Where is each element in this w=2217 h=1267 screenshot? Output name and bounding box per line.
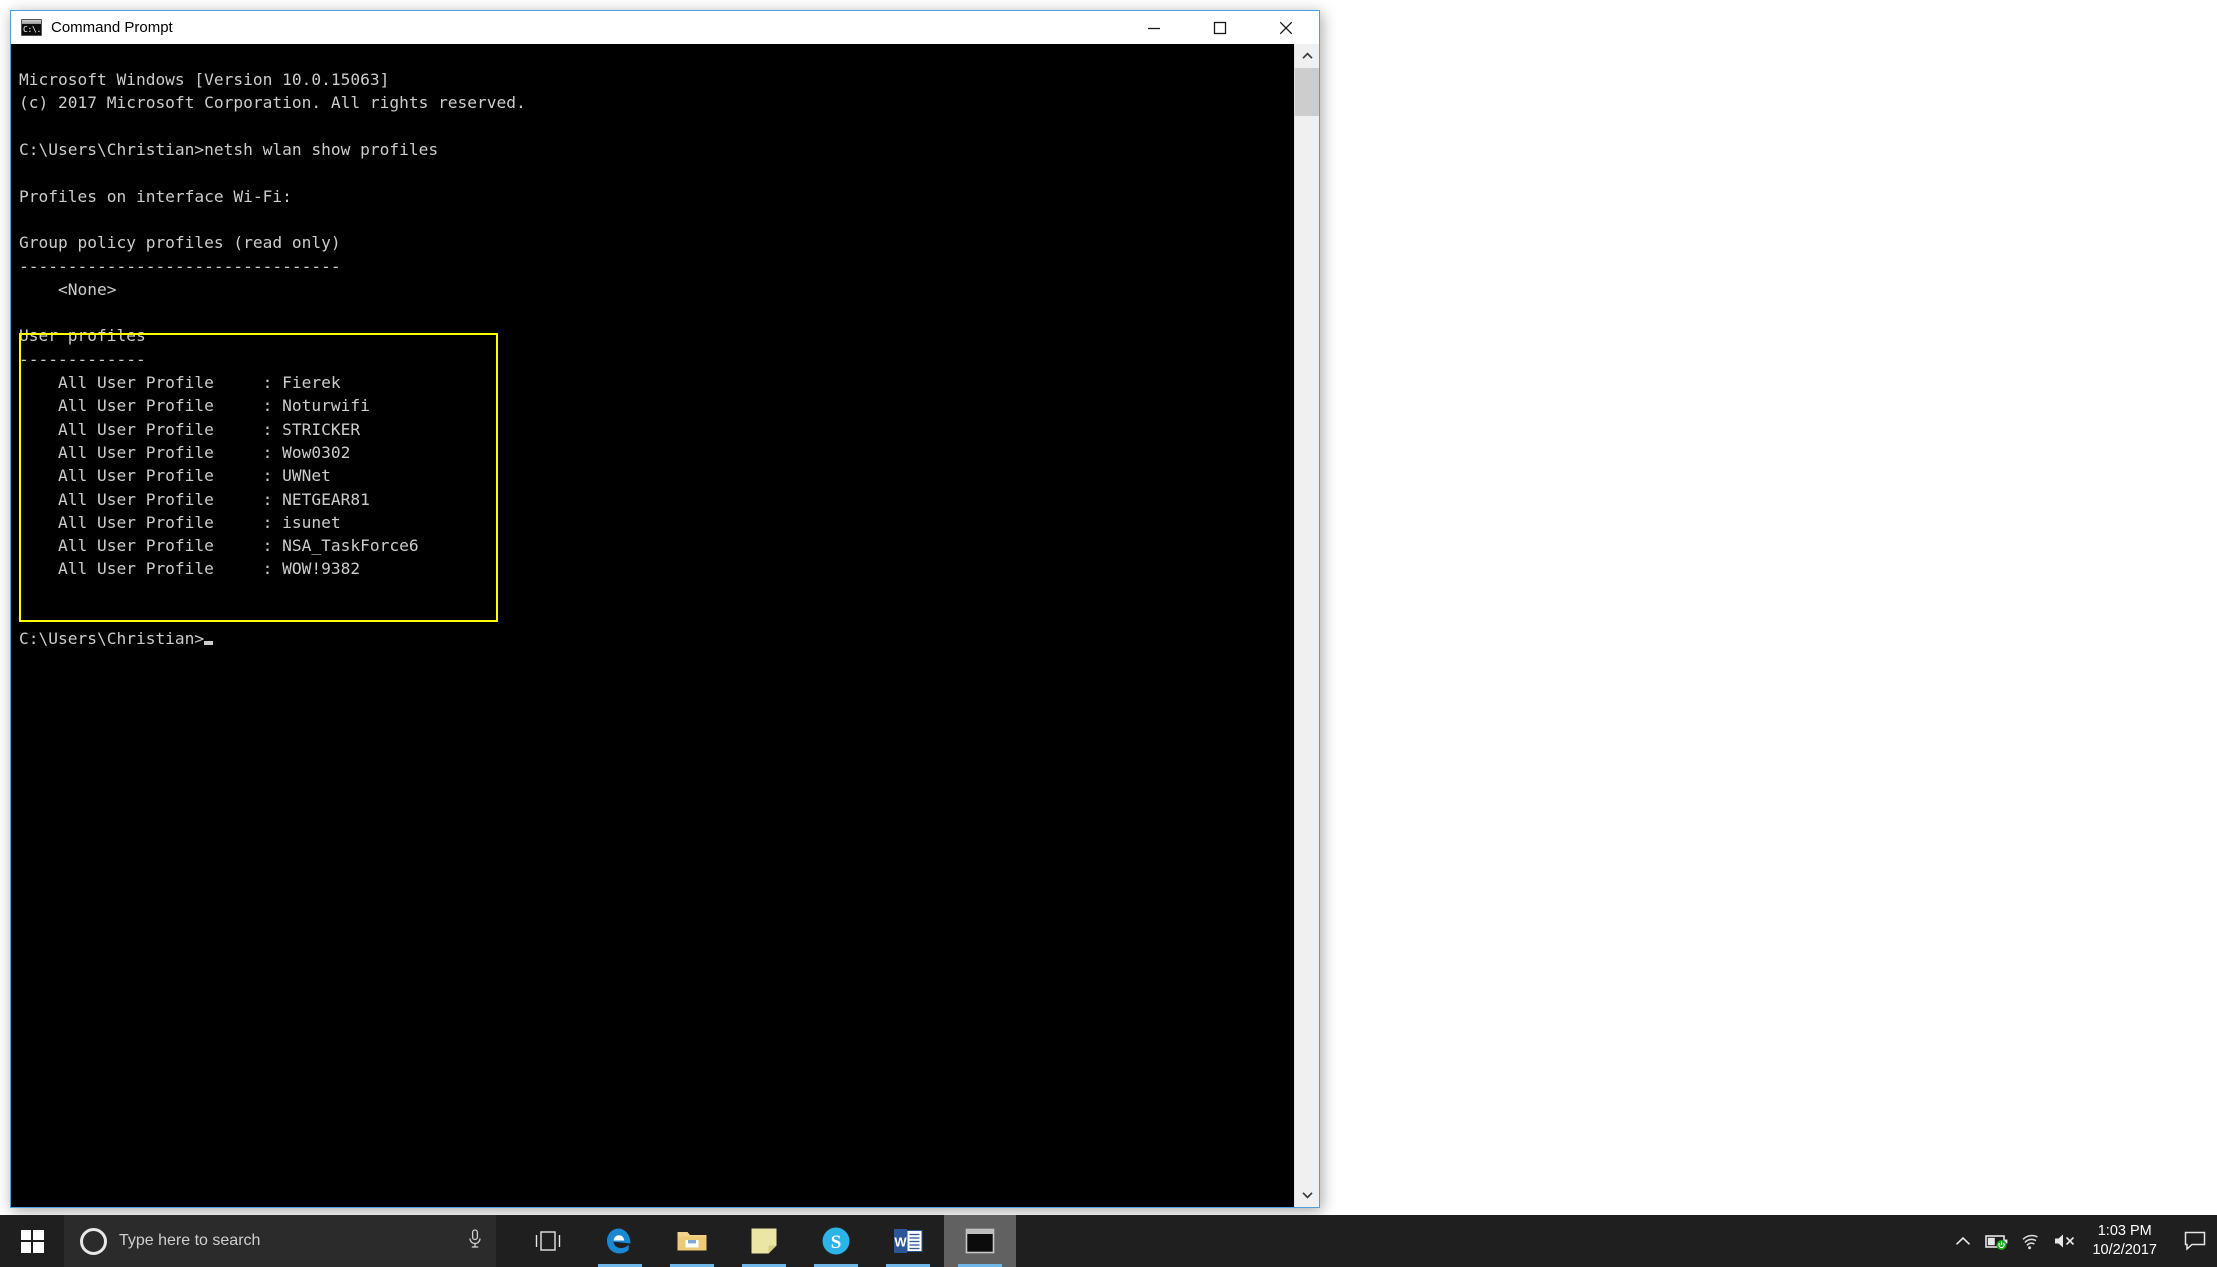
microphone-glyph <box>469 1228 481 1248</box>
volume-status[interactable] <box>2048 1215 2082 1267</box>
svg-text:S: S <box>831 1232 842 1253</box>
chevron-up-icon <box>1956 1236 1971 1245</box>
system-tray: 1:03 PM 10/2/2017 <box>1946 1215 2217 1267</box>
network-status[interactable] <box>2014 1215 2048 1267</box>
window-controls <box>1121 11 1319 44</box>
window-title: Command Prompt <box>51 19 173 36</box>
maximize-icon <box>1213 21 1227 34</box>
show-hidden-icons-button[interactable] <box>1946 1215 1980 1267</box>
taskbar-item-file-explorer[interactable] <box>656 1215 728 1267</box>
scrollbar-thumb[interactable] <box>1295 68 1319 116</box>
maximize-button[interactable] <box>1187 11 1253 44</box>
clock[interactable]: 1:03 PM 10/2/2017 <box>2082 1215 2173 1267</box>
minimize-button[interactable] <box>1121 11 1187 44</box>
scrollbar-track[interactable] <box>1295 68 1319 1183</box>
taskbar-item-microsoft-edge[interactable] <box>584 1215 656 1267</box>
word-icon: W <box>894 1229 923 1253</box>
console-scrollbar[interactable] <box>1294 44 1319 1207</box>
start-button[interactable] <box>0 1215 64 1267</box>
edge-icon <box>607 1228 631 1254</box>
taskbar-item-command-prompt[interactable] <box>944 1215 1016 1267</box>
action-center-icon <box>2184 1231 2206 1251</box>
minimize-icon <box>1148 27 1160 29</box>
battery-status[interactable] <box>1980 1215 2014 1267</box>
console-cursor <box>204 641 214 646</box>
taskbar-item-sticky-notes[interactable] <box>728 1215 800 1267</box>
close-button[interactable] <box>1253 11 1319 44</box>
close-icon <box>1279 21 1293 34</box>
console-output-wrap: Microsoft Windows [Version 10.0.15063] (… <box>11 44 1294 1207</box>
taskbar-search[interactable]: Type here to search <box>64 1215 496 1267</box>
windows-logo-icon <box>20 1229 44 1253</box>
chevron-down-icon <box>1301 1192 1313 1199</box>
taskbar-item-task-view[interactable] <box>512 1215 584 1267</box>
command-prompt-icon <box>965 1228 995 1254</box>
task-view-icon <box>535 1231 561 1251</box>
search-input[interactable]: Type here to search <box>119 1232 456 1250</box>
command-prompt-window: Command Prompt <box>10 10 1320 1208</box>
taskbar: Type here to search S W 1:03 PM 10/2/201… <box>0 1215 2217 1267</box>
console-output: Microsoft Windows [Version 10.0.15063] (… <box>19 70 526 649</box>
cmd-icon <box>21 19 42 36</box>
battery-icon <box>1985 1234 2008 1250</box>
file-explorer-icon <box>677 1232 707 1251</box>
console-client-area[interactable]: Microsoft Windows [Version 10.0.15063] (… <box>11 44 1319 1207</box>
action-center-button[interactable] <box>2173 1215 2217 1267</box>
title-bar-left: Command Prompt <box>11 19 173 36</box>
cortana-icon <box>80 1227 107 1255</box>
skype-icon: S <box>822 1227 850 1255</box>
scroll-up-button[interactable] <box>1295 44 1319 68</box>
scroll-down-button[interactable] <box>1295 1183 1319 1207</box>
wifi-icon <box>2022 1234 2039 1249</box>
clock-time: 1:03 PM <box>2097 1223 2152 1239</box>
title-bar[interactable]: Command Prompt <box>11 11 1319 44</box>
chevron-up-icon <box>1301 52 1313 59</box>
taskbar-item-skype[interactable]: S <box>800 1215 872 1267</box>
desktop: Command Prompt <box>0 0 2217 1267</box>
taskbar-item-microsoft-word[interactable]: W <box>872 1215 944 1267</box>
microphone-icon[interactable] <box>468 1228 482 1254</box>
taskbar-items: S W <box>512 1215 1016 1267</box>
sticky-notes-icon <box>751 1228 777 1254</box>
volume-muted-icon <box>2055 1234 2075 1248</box>
svg-text:W: W <box>894 1235 907 1250</box>
clock-date: 10/2/2017 <box>2092 1242 2157 1258</box>
